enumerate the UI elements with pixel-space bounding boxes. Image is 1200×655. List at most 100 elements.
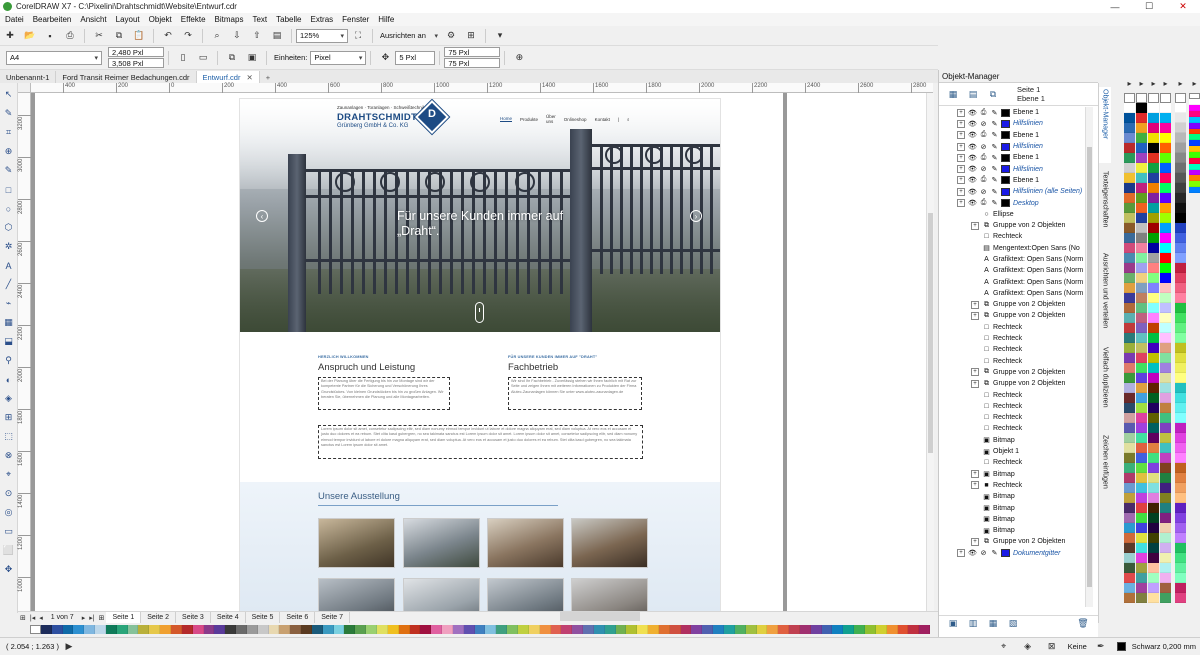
color-swatch[interactable] [1160,483,1171,493]
connector-tool-icon[interactable]: ⌁ [2,296,16,311]
color-swatch[interactable] [1148,503,1159,513]
last-page-icon[interactable]: ▸| [89,614,94,622]
expand-icon[interactable]: + [957,142,965,151]
units-select[interactable]: Pixel [310,50,367,65]
color-swatch[interactable] [1175,153,1186,163]
color-swatch[interactable] [1175,323,1186,333]
page-tab-1[interactable]: Seite 1 [106,612,142,623]
color-swatch[interactable] [1175,373,1186,383]
color-swatch[interactable] [1124,563,1135,573]
color-swatch[interactable] [1160,103,1171,113]
color-swatch[interactable] [1124,333,1135,343]
color-swatch[interactable] [1136,513,1147,523]
color-swatch[interactable] [1124,163,1135,173]
color-swatch[interactable] [1160,503,1171,513]
color-swatch[interactable] [1136,553,1147,563]
color-swatch[interactable] [1124,273,1135,283]
color-swatch[interactable] [1160,593,1171,603]
color-swatch[interactable] [51,624,63,634]
landscape-icon[interactable]: ▭ [195,50,211,66]
lock-icon[interactable]: ✎ [990,187,999,196]
color-swatch[interactable] [550,624,562,634]
col1-textbox[interactable]: Bei der Planung über die Fertigung bis h… [318,377,450,410]
color-swatch[interactable] [452,624,464,634]
color-swatch[interactable] [387,624,399,634]
color-swatch[interactable] [1160,183,1171,193]
color-swatch[interactable] [1136,473,1147,483]
color-swatch[interactable] [1124,353,1135,363]
color-swatch[interactable] [1136,353,1147,363]
color-swatch[interactable] [1124,293,1135,303]
color-swatch[interactable] [474,624,486,634]
gallery-photo[interactable] [571,578,648,611]
undo-icon[interactable]: ↶ [160,28,176,44]
color-swatch[interactable] [572,624,584,634]
color-swatch[interactable] [1124,323,1135,333]
color-swatch[interactable] [1136,193,1147,203]
lock-icon[interactable]: ✎ [990,153,999,162]
color-swatch[interactable] [1124,243,1135,253]
color-swatch[interactable] [1136,313,1147,323]
color-swatch[interactable] [1160,433,1171,443]
color-swatch[interactable] [1160,213,1171,223]
color-swatch[interactable] [1148,153,1159,163]
object-tree-row[interactable]: + 👁 ⊘ ✎ Dokumentgitter [939,548,1085,559]
drop-shadow-icon[interactable]: ⌖ [2,467,16,482]
color-swatch[interactable] [1160,363,1171,373]
page-width-field[interactable]: 2,480 Pxl [108,47,164,57]
page-size-select[interactable]: A4 [6,50,102,65]
palette-scroll-up-icon[interactable]: ▸ [1160,76,1171,90]
paste-icon[interactable]: 📋 [131,28,147,44]
hero-image[interactable]: Zaunanlagen · Toranlagen · Schweißtechni… [240,99,720,332]
expand-icon[interactable]: + [957,176,965,185]
object-tree-row[interactable]: + ⧉ Gruppe von 2 Objekten [939,310,1085,321]
color-swatch[interactable] [1136,283,1147,293]
color-swatch[interactable] [669,624,681,634]
color-swatch[interactable] [1148,203,1159,213]
color-swatch[interactable] [1148,313,1159,323]
duplicate-y-field[interactable]: 75 Pxl [444,58,501,68]
lock-icon[interactable]: ✎ [990,119,999,128]
color-swatch[interactable] [1148,293,1159,303]
color-swatch[interactable] [1175,483,1186,493]
color-swatch[interactable] [1148,143,1159,153]
visibility-eye-icon[interactable]: 👁 [968,549,977,558]
color-swatch[interactable] [62,624,74,634]
color-swatch[interactable] [1136,363,1147,373]
add-tab-icon[interactable]: + [260,71,276,83]
object-tree-row[interactable]: + 👁 ⊘ ✎ Hilfslinien [939,118,1085,129]
object-tree-row[interactable]: + ⧉ Gruppe von 2 Objekten [939,220,1085,231]
expand-icon[interactable]: + [957,199,965,208]
color-swatch[interactable] [702,624,714,634]
color-swatch[interactable] [355,624,367,634]
color-swatch[interactable] [648,624,659,634]
color-swatch[interactable] [1175,223,1186,233]
site-nav-item[interactable]: Über uns [546,114,556,124]
color-swatch[interactable] [1160,333,1171,343]
color-swatch[interactable] [246,624,258,634]
color-swatch[interactable] [1148,373,1159,383]
color-swatch[interactable] [1160,303,1171,313]
color-swatch[interactable] [1136,483,1147,493]
color-swatch[interactable] [1136,403,1147,413]
object-tree-row[interactable]: ▣ Bitmap [939,525,1085,536]
color-swatch[interactable] [1148,183,1159,193]
palette-scroll-up-icon[interactable]: ▸ [1175,76,1186,90]
object-tree-row[interactable]: □ Rechteck [939,457,1085,468]
color-swatch[interactable] [1160,413,1171,423]
page-tab-3[interactable]: Seite 3 [176,612,211,623]
color-swatch[interactable] [1148,553,1159,563]
docker-tab[interactable]: Ausrichten und verteilen [1099,251,1111,341]
crop-tool-icon[interactable]: ⌗ [2,125,16,140]
color-swatch[interactable] [1175,183,1186,193]
color-swatch[interactable] [1136,113,1147,123]
color-swatch[interactable] [745,624,757,634]
color-swatch[interactable] [1124,393,1135,403]
color-swatch[interactable] [1160,313,1171,323]
visibility-eye-icon[interactable]: 👁 [968,165,977,174]
color-swatch[interactable] [1160,143,1171,153]
color-swatch[interactable] [1136,343,1147,353]
canvas-horizontal-scrollbar[interactable] [560,612,640,621]
color-swatch[interactable] [1148,223,1159,233]
color-swatch[interactable] [463,624,475,634]
